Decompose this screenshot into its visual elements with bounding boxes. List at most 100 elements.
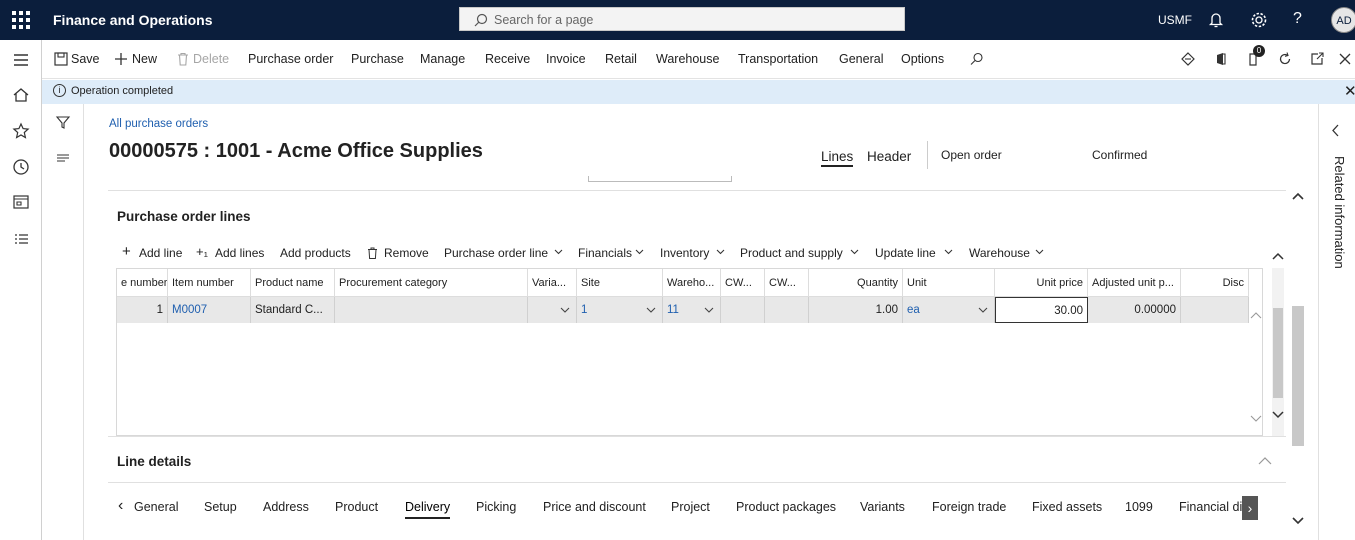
tab-financial-dimensions[interactable]: Financial dir	[1179, 500, 1242, 514]
tab-1099[interactable]: 1099	[1125, 500, 1153, 514]
tabs-prev-icon[interactable]: ‹	[118, 497, 123, 515]
tab-header[interactable]: Header	[867, 149, 911, 164]
chevron-down-icon[interactable]	[978, 305, 988, 315]
tab-delivery[interactable]: Delivery	[405, 500, 451, 519]
workspace-icon[interactable]	[11, 192, 31, 212]
purchase-order-line-menu[interactable]: Purchase order line	[444, 246, 548, 260]
unit-price-input[interactable]: 30.00	[995, 297, 1088, 323]
add-products-button[interactable]: Add products	[280, 246, 351, 260]
close-icon[interactable]: ✕	[1344, 82, 1355, 100]
modules-icon[interactable]	[11, 230, 31, 250]
tab-setup[interactable]: Setup	[204, 500, 237, 514]
remove-button[interactable]: Remove	[384, 246, 429, 260]
menu-receive[interactable]: Receive	[485, 52, 530, 66]
tab-foreign-trade[interactable]: Foreign trade	[932, 500, 1006, 514]
hamburger-icon[interactable]	[11, 50, 31, 70]
col-adjusted-unit-price[interactable]: Adjusted unit p...	[1088, 269, 1181, 297]
filter-icon[interactable]	[55, 114, 71, 130]
cell-item-number[interactable]: M0007	[168, 297, 251, 323]
avatar[interactable]: AD	[1331, 7, 1355, 33]
menu-warehouse[interactable]: Warehouse	[656, 52, 719, 66]
help-icon[interactable]: ?	[1293, 10, 1313, 30]
menu-manage[interactable]: Manage	[420, 52, 465, 66]
menu-general[interactable]: General	[839, 52, 883, 66]
bell-icon[interactable]	[1206, 10, 1226, 30]
tab-variants[interactable]: Variants	[860, 500, 905, 514]
col-variant[interactable]: Varia...	[528, 269, 577, 297]
menu-purchase[interactable]: Purchase	[351, 52, 404, 66]
open-new-window-icon[interactable]	[1309, 51, 1325, 67]
breadcrumb[interactable]: All purchase orders	[109, 118, 208, 130]
tabs-next-button[interactable]: ›	[1242, 496, 1258, 520]
delete-button[interactable]: Delete	[193, 52, 229, 66]
col-cw-2[interactable]: CW...	[765, 269, 809, 297]
product-and-supply-menu[interactable]: Product and supply	[740, 246, 843, 260]
menu-options[interactable]: Options	[901, 52, 944, 66]
tab-picking[interactable]: Picking	[476, 500, 516, 514]
tab-general[interactable]: General	[134, 500, 178, 514]
save-button[interactable]: Save	[71, 52, 100, 66]
col-unit[interactable]: Unit	[903, 269, 995, 297]
menu-transportation[interactable]: Transportation	[738, 52, 818, 66]
search-icon[interactable]	[969, 51, 985, 67]
chevron-down-icon[interactable]	[560, 305, 570, 315]
chevron-down-icon[interactable]	[1292, 516, 1304, 525]
chevron-up-icon[interactable]	[1250, 311, 1262, 319]
chevron-down-icon[interactable]	[646, 305, 656, 315]
cell-adjusted-unit-price[interactable]: 0.00000	[1088, 297, 1181, 323]
cell-quantity[interactable]: 1.00	[809, 297, 903, 323]
chevron-down-icon[interactable]	[704, 305, 714, 315]
tab-price-and-discount[interactable]: Price and discount	[543, 500, 646, 514]
cell-site[interactable]: 1	[577, 297, 663, 323]
chevron-left-icon[interactable]	[1331, 124, 1340, 137]
menu-retail[interactable]: Retail	[605, 52, 637, 66]
cell-product-name[interactable]: Standard C...	[251, 297, 335, 323]
clock-icon[interactable]	[11, 157, 31, 177]
menu-invoice[interactable]: Invoice	[546, 52, 586, 66]
warehouse-menu[interactable]: Warehouse	[969, 246, 1030, 260]
col-warehouse[interactable]: Wareho...	[663, 269, 721, 297]
add-line-button[interactable]: Add line	[139, 246, 182, 260]
menu-purchase-order[interactable]: Purchase order	[248, 52, 333, 66]
new-button[interactable]: New	[132, 52, 157, 66]
inventory-menu[interactable]: Inventory	[660, 246, 709, 260]
close-icon[interactable]	[1337, 51, 1353, 67]
chevron-down-icon[interactable]	[1272, 410, 1284, 420]
chevron-up-icon[interactable]	[1292, 192, 1304, 201]
update-line-menu[interactable]: Update line	[875, 246, 936, 260]
page-scrollbar[interactable]	[1291, 186, 1305, 540]
chevron-down-icon[interactable]	[1250, 415, 1262, 423]
col-unit-price[interactable]: Unit price	[995, 269, 1088, 297]
cell-discount[interactable]	[1181, 297, 1249, 323]
search-box[interactable]: Search for a page	[459, 7, 905, 31]
chevron-up-icon[interactable]	[1272, 251, 1284, 261]
cell-line-number[interactable]: 1	[117, 297, 168, 323]
refresh-icon[interactable]	[1277, 51, 1293, 67]
office-icon[interactable]	[1213, 51, 1229, 67]
company-picker[interactable]: USMF	[1158, 13, 1192, 27]
diamond-icon[interactable]	[1180, 51, 1196, 67]
cell-procurement-category[interactable]	[335, 297, 528, 323]
cell-cw-2[interactable]	[765, 297, 809, 323]
cell-variant[interactable]	[528, 297, 577, 323]
financials-menu[interactable]: Financials	[578, 246, 632, 260]
tab-product-packages[interactable]: Product packages	[736, 500, 836, 514]
home-icon[interactable]	[11, 85, 31, 105]
grid-scroll-thumb[interactable]	[1273, 308, 1283, 398]
col-product-name[interactable]: Product name	[251, 269, 335, 297]
tab-fixed-assets[interactable]: Fixed assets	[1032, 500, 1102, 514]
col-site[interactable]: Site	[577, 269, 663, 297]
app-launcher-icon[interactable]	[12, 11, 30, 29]
app-name[interactable]: Finance and Operations	[53, 12, 212, 28]
page-scroll-thumb[interactable]	[1292, 306, 1304, 446]
add-lines-button[interactable]: Add lines	[215, 246, 264, 260]
tab-project[interactable]: Project	[671, 500, 710, 514]
cell-unit[interactable]: ea	[903, 297, 995, 323]
col-quantity[interactable]: Quantity	[809, 269, 903, 297]
col-item-number[interactable]: Item number	[168, 269, 251, 297]
cell-cw-1[interactable]	[721, 297, 765, 323]
cell-warehouse[interactable]: 11	[663, 297, 721, 323]
col-discount[interactable]: Disc	[1181, 269, 1249, 297]
tab-lines[interactable]: Lines	[821, 149, 854, 167]
tab-product[interactable]: Product	[335, 500, 378, 514]
